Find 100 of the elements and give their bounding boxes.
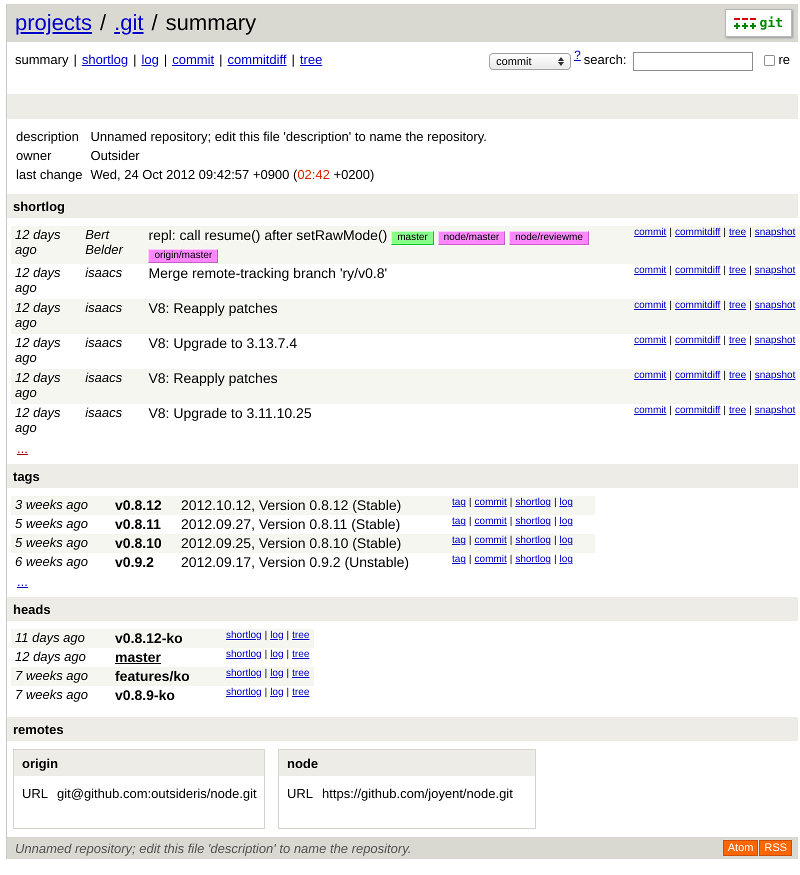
link[interactable]: log [270,668,284,679]
link[interactable]: commit [634,265,666,276]
nav-link[interactable]: shortlog [82,52,128,67]
link[interactable]: tag [452,497,466,508]
link[interactable]: commit [474,554,507,565]
link[interactable]: shortlog [226,668,262,679]
link[interactable]: snapshot [754,335,796,346]
tag-name[interactable]: v0.9.2 [115,554,154,570]
remote-name[interactable]: node [279,750,535,776]
nav-link[interactable]: summary [15,52,68,67]
tag-name[interactable]: v0.8.12 [115,497,162,513]
more-link[interactable]: ... [17,441,28,456]
separator: | [164,52,168,67]
git-logo[interactable]: git [724,9,792,37]
link[interactable]: shortlog [515,516,551,527]
link[interactable]: commit [474,535,507,546]
branch-name[interactable]: v0.8.12-ko [115,630,183,646]
search-field[interactable] [633,52,754,71]
link[interactable]: log [270,630,284,641]
separator: | [264,630,268,641]
link[interactable]: tree [728,370,746,381]
link[interactable]: tag [452,535,466,546]
link[interactable]: tree [728,265,746,276]
link[interactable]: tree [292,630,310,641]
nav-link[interactable]: tree [300,52,322,67]
link[interactable]: commit [634,370,666,381]
breadcrumb-link[interactable]: .git [114,10,144,36]
tag-name[interactable]: v0.8.10 [115,535,162,551]
link[interactable]: tree [728,227,746,238]
link[interactable]: log [270,687,284,698]
link[interactable]: snapshot [754,227,796,238]
link[interactable]: shortlog [515,535,551,546]
link[interactable]: shortlog [515,497,551,508]
link[interactable]: log [560,497,573,508]
link[interactable]: snapshot [754,405,796,416]
link[interactable]: log [270,649,284,660]
nav-link[interactable]: commitdiff [228,52,287,67]
link[interactable]: tree [728,405,746,416]
tag-comment[interactable]: 2012.09.27, Version 0.8.11 (Stable) [181,516,400,532]
link[interactable]: snapshot [754,265,796,276]
tag-comment[interactable]: 2012.09.17, Version 0.9.2 (Unstable) [181,554,410,570]
link[interactable]: commit [634,227,666,238]
commit-subject[interactable]: V8: Reapply patches [148,300,278,316]
ref-label[interactable]: master [391,231,434,245]
link[interactable]: commitdiff [674,300,720,311]
branch-name[interactable]: v0.8.9-ko [115,687,175,703]
section-title[interactable]: heads [7,597,798,621]
link[interactable]: commit [634,405,666,416]
nav-link[interactable]: commit [172,52,214,67]
link[interactable]: tag [452,554,466,565]
link[interactable]: log [560,516,573,527]
link[interactable]: commit [474,516,507,527]
link[interactable]: tree [292,668,310,679]
commit-subject[interactable]: V8: Reapply patches [148,370,278,386]
regex-checkbox[interactable] [764,55,776,66]
link[interactable]: snapshot [754,370,796,381]
remote-name[interactable]: origin [14,750,264,776]
link[interactable]: snapshot [754,300,796,311]
ref-label[interactable]: node/master [438,231,506,245]
search-type-select[interactable]: commit [489,53,572,70]
link[interactable]: commit [634,300,666,311]
link[interactable]: tree [292,687,310,698]
branch-name[interactable]: features/ko [115,668,190,684]
link[interactable]: commit [634,335,666,346]
tag-comment[interactable]: 2012.09.25, Version 0.8.10 (Stable) [181,535,402,551]
link[interactable]: commitdiff [674,265,720,276]
more-link[interactable]: ... [17,574,28,589]
link[interactable]: shortlog [226,687,262,698]
ref-label[interactable]: node/reviewme [509,231,589,245]
separator: | [286,649,290,660]
nav-link[interactable]: log [141,52,159,67]
link[interactable]: shortlog [226,630,262,641]
link[interactable]: tree [728,335,746,346]
branch-name[interactable]: master [115,649,161,665]
meta-label: description [16,129,79,144]
link[interactable]: log [560,535,573,546]
link[interactable]: commit [474,497,507,508]
commit-subject[interactable]: repl: call resume() after setRawMode() [148,227,388,243]
tag-name[interactable]: v0.8.11 [115,516,161,532]
breadcrumb-link[interactable]: projects [15,10,92,36]
tag-comment[interactable]: 2012.10.12, Version 0.8.12 (Stable) [181,497,402,513]
commit-subject[interactable]: Merge remote-tracking branch 'ry/v0.8' [148,265,388,281]
section-title[interactable]: remotes [7,717,798,741]
remote-url: https://github.com/joyent/node.git [322,786,513,801]
link[interactable]: tree [292,649,310,660]
commit-subject[interactable]: V8: Upgrade to 3.11.10.25 [148,405,312,421]
link[interactable]: tree [728,300,746,311]
section-title[interactable]: tags [7,464,798,488]
commit-subject[interactable]: V8: Upgrade to 3.13.7.4 [148,335,298,351]
link[interactable]: tag [452,516,466,527]
link[interactable]: shortlog [226,649,262,660]
link[interactable]: commitdiff [674,370,720,381]
section-title[interactable]: shortlog [7,194,798,218]
ref-label[interactable]: origin/master [148,249,218,263]
link[interactable]: commitdiff [674,405,720,416]
link[interactable]: commitdiff [674,227,720,238]
link[interactable]: shortlog [515,554,551,565]
help-link[interactable]: ? [574,48,581,62]
link[interactable]: log [560,554,573,565]
link[interactable]: commitdiff [674,335,720,346]
